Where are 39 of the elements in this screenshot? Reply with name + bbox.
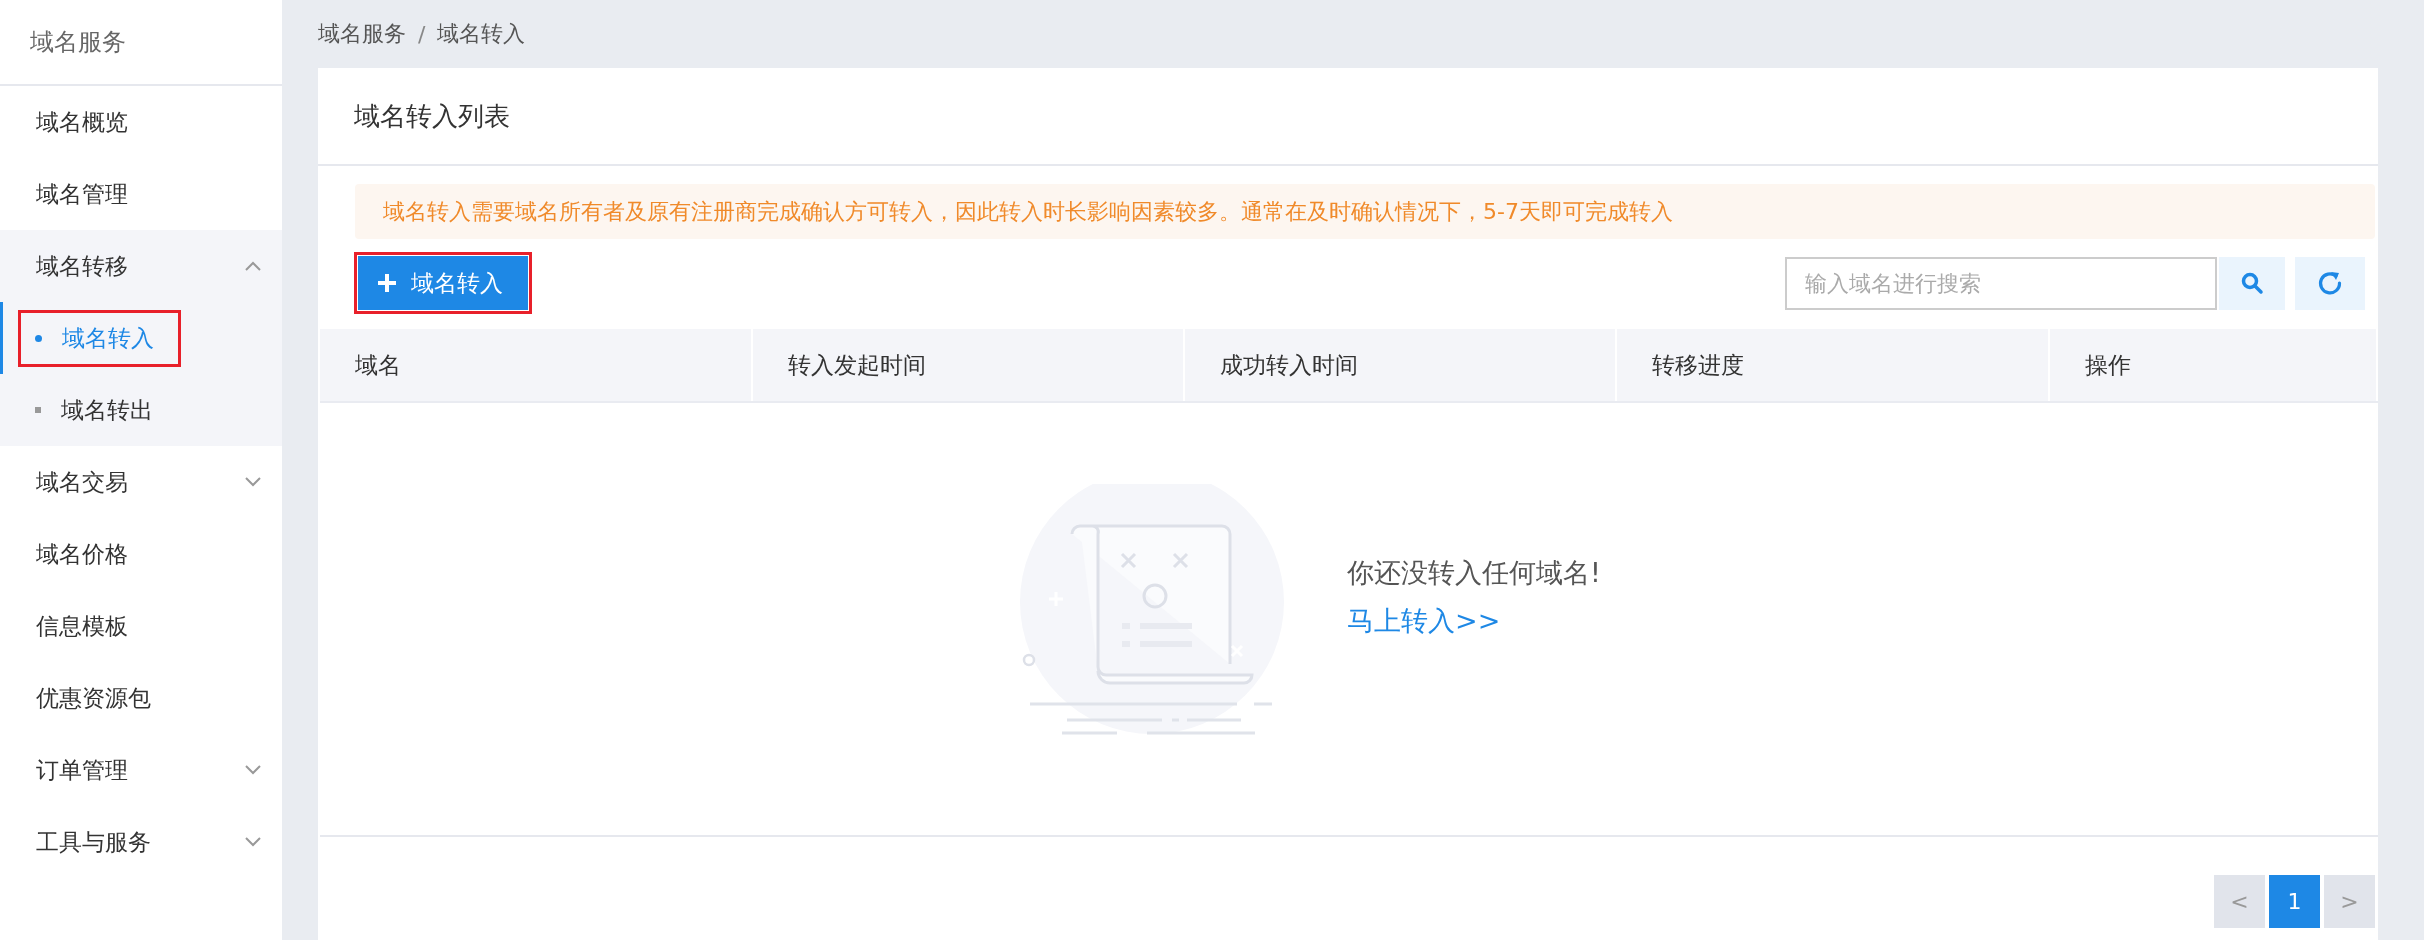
chevron-icon <box>244 836 262 848</box>
chevron-icon <box>244 260 262 272</box>
breadcrumb-item[interactable]: 域名转入 <box>437 19 526 49</box>
sidebar-item[interactable]: 信息模板 <box>0 590 282 662</box>
sidebar-item[interactable]: 域名价格 <box>0 518 282 590</box>
column-header: 操作 <box>2050 329 2378 401</box>
refresh-button[interactable] <box>2295 256 2365 310</box>
column-header: 转移进度 <box>1617 329 2050 401</box>
plus-icon <box>377 273 397 293</box>
chevron-icon <box>244 764 262 776</box>
search-icon <box>2240 271 2264 295</box>
search-field[interactable]: 输入域名进行搜索 <box>1785 256 2217 310</box>
column-header: 转入发起时间 <box>753 329 1185 401</box>
transfer-now-link[interactable]: 马上转入>> <box>1347 602 1601 639</box>
card-title: 域名转入列表 <box>354 99 510 133</box>
sidebar-item[interactable]: 优惠资源包 <box>0 662 282 734</box>
submenu-label: 域名转出 <box>61 395 154 425</box>
add-transfer-button[interactable]: 域名转入 <box>354 252 532 314</box>
breadcrumb-separator: / <box>418 21 426 47</box>
page-button[interactable]: 1 <box>2269 875 2320 928</box>
sidebar-group-item[interactable]: 工具与服务 <box>0 806 282 878</box>
breadcrumb-item[interactable]: 域名服务 <box>318 19 406 49</box>
column-header: 成功转入时间 <box>1185 329 1617 401</box>
sidebar-item[interactable]: 域名管理 <box>0 158 282 230</box>
sidebar-title: 域名服务 <box>0 0 282 86</box>
refresh-icon <box>2316 269 2344 297</box>
notice-banner: 域名转入需要域名所有者及原有注册商完成确认方可转入，因此转入时长影响因素较多。通常在及时确认情况下，5-7天即可完成转入 <box>355 184 2375 239</box>
submenu-label: 域名转入 <box>62 323 155 353</box>
sidebar-group-item[interactable]: 订单管理 <box>0 734 282 806</box>
submenu-item[interactable]: 域名转出 <box>0 374 282 446</box>
chevron-icon <box>244 476 262 488</box>
sidebar-group-item[interactable]: 域名交易 <box>0 446 282 518</box>
bullet-icon <box>35 334 42 342</box>
bullet-icon <box>35 407 41 413</box>
sidebar-item[interactable]: 域名概览 <box>0 86 282 158</box>
sidebar-group-item[interactable]: 域名转移 <box>0 230 282 302</box>
search-button[interactable] <box>2219 256 2285 310</box>
column-header: 域名 <box>320 329 753 401</box>
empty-message: 你还没转入任何域名! <box>1347 555 1601 590</box>
